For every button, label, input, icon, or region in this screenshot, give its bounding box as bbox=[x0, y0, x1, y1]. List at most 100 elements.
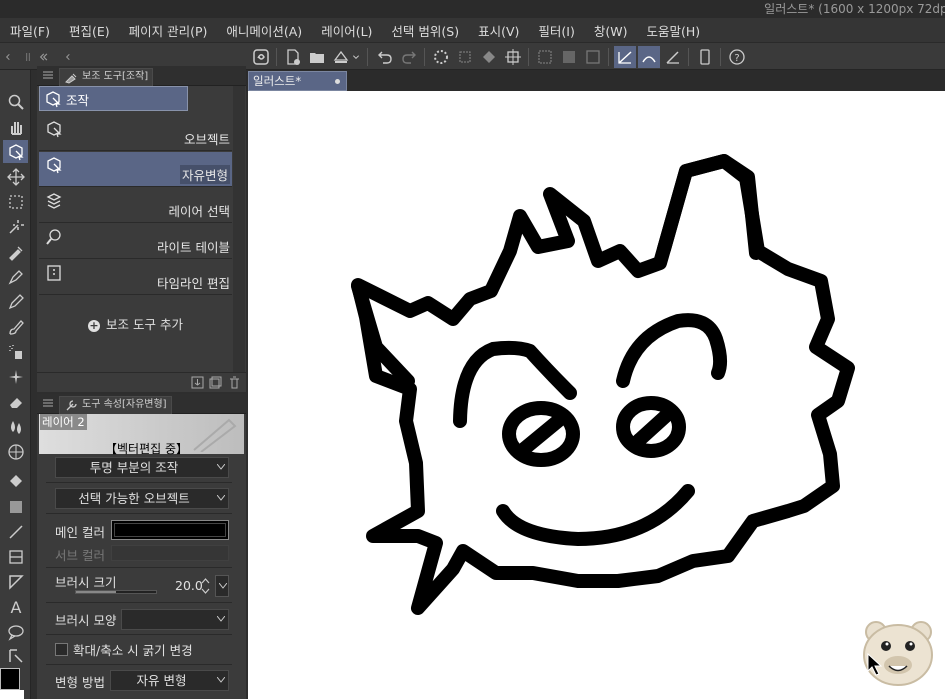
hand-icon[interactable] bbox=[3, 115, 28, 138]
collapse-left-icon[interactable] bbox=[2, 46, 14, 68]
brush-size-stepper-icon[interactable] bbox=[200, 576, 211, 596]
add-sub-tool-button[interactable]: + 보조 도구 추가 bbox=[88, 314, 183, 333]
menu-icon[interactable] bbox=[43, 398, 53, 408]
sub-tool-tab[interactable]: 보조 도구[조작] bbox=[59, 68, 154, 86]
auto-select-icon[interactable] bbox=[3, 215, 28, 238]
snap-special-ruler-icon[interactable] bbox=[638, 46, 660, 68]
menu-filter[interactable]: 필터(I) bbox=[528, 21, 583, 40]
sub-tool-timeline-edit[interactable]: 타임라인 편집 bbox=[39, 260, 232, 295]
menu-file[interactable]: 파일(F) bbox=[0, 21, 59, 40]
menu-animation[interactable]: 애니메이션(A) bbox=[216, 21, 311, 40]
balloon-icon[interactable] bbox=[3, 620, 28, 643]
selection-icon[interactable] bbox=[3, 190, 28, 213]
menu-help[interactable]: 도움말(H) bbox=[636, 21, 709, 40]
frame-icon[interactable] bbox=[3, 545, 28, 568]
loading-icon[interactable] bbox=[430, 46, 452, 68]
brush-size-dropdown[interactable] bbox=[215, 575, 229, 597]
sub-tool-tab-label: 보조 도구[조작] bbox=[82, 71, 149, 82]
pencil-icon[interactable] bbox=[3, 290, 28, 313]
svg-text:A: A bbox=[10, 598, 21, 616]
sub-color-chip[interactable] bbox=[0, 690, 24, 699]
chevron-left-icon[interactable] bbox=[62, 46, 74, 68]
move-layer-icon[interactable] bbox=[3, 165, 28, 188]
transform-icon[interactable] bbox=[502, 46, 524, 68]
eraser-icon[interactable] bbox=[3, 390, 28, 413]
transform-method-dropdown[interactable]: 자유 변형 bbox=[110, 670, 229, 691]
brush-size-slider[interactable] bbox=[75, 590, 157, 594]
menu-window[interactable]: 창(W) bbox=[584, 21, 637, 40]
sub-tool-object[interactable]: 오브젝트 bbox=[39, 116, 232, 151]
main-color-chip[interactable] bbox=[0, 668, 20, 690]
invert-selection-icon[interactable] bbox=[558, 46, 580, 68]
snap-ruler-icon[interactable] bbox=[614, 46, 636, 68]
tool-property-header: 도구 속성[자유변형] bbox=[37, 394, 246, 414]
decoration-icon[interactable] bbox=[3, 365, 28, 388]
menu-layer[interactable]: 레이어(L) bbox=[311, 21, 381, 40]
blend-icon[interactable] bbox=[3, 415, 28, 438]
canvas[interactable] bbox=[248, 91, 945, 699]
menu-edit[interactable]: 편집(E) bbox=[59, 21, 119, 40]
redo-icon[interactable] bbox=[398, 46, 420, 68]
chevron-down-icon[interactable] bbox=[350, 46, 362, 68]
main-color-swatch[interactable] bbox=[111, 520, 229, 540]
document-tab[interactable]: 일러스트* bbox=[248, 71, 347, 91]
show-selection-icon[interactable] bbox=[582, 46, 604, 68]
fill-icon[interactable] bbox=[478, 46, 500, 68]
menu-selection[interactable]: 선택 범위(S) bbox=[381, 21, 468, 40]
brush-icon[interactable] bbox=[3, 315, 28, 338]
menu-page[interactable]: 페이지 관리(P) bbox=[119, 21, 217, 40]
trash-icon[interactable] bbox=[228, 376, 241, 389]
save-icon[interactable] bbox=[330, 46, 352, 68]
help-icon[interactable]: ? bbox=[726, 46, 748, 68]
download-icon[interactable] bbox=[191, 376, 204, 389]
sub-tool-layer-select[interactable]: 레이어 선택 bbox=[39, 188, 232, 223]
brush-shape-dropdown[interactable] bbox=[121, 609, 229, 630]
sub-tool-footer bbox=[37, 372, 246, 392]
sub-tool-scrollbar[interactable] bbox=[233, 86, 245, 372]
menu-bar: 파일(F) 편집(E) 페이지 관리(P) 애니메이션(A) 레이어(L) 선택… bbox=[0, 18, 945, 42]
open-folder-icon[interactable] bbox=[306, 46, 328, 68]
operation-tool-icon[interactable] bbox=[3, 140, 28, 163]
deselect-icon[interactable] bbox=[534, 46, 556, 68]
collapse-left-icon[interactable] bbox=[36, 46, 50, 68]
eyedropper-icon[interactable] bbox=[3, 240, 28, 263]
title-bar: 일러스트* (1600 x 1200px 72dpi bbox=[0, 0, 945, 18]
menu-icon[interactable] bbox=[43, 70, 53, 80]
selectable-objects-dropdown[interactable]: 선택 가능한 오브젝트 bbox=[55, 488, 229, 509]
airbrush-icon[interactable] bbox=[3, 340, 28, 363]
main-color-label: 메인 컬러 bbox=[55, 525, 105, 540]
scale-thickness-label: 확대/축소 시 굵기 변경 bbox=[73, 643, 193, 658]
close-icon[interactable] bbox=[335, 79, 340, 84]
menu-view[interactable]: 표시(V) bbox=[468, 21, 528, 40]
tool-property-tab[interactable]: 도구 속성[자유변형] bbox=[59, 396, 172, 414]
clear-icon[interactable] bbox=[454, 46, 476, 68]
text-icon[interactable]: A bbox=[3, 595, 28, 618]
sub-tool-free-transform[interactable]: 자유변형 bbox=[39, 152, 232, 187]
document-tab-label: 일러스트* bbox=[253, 74, 302, 88]
app-logo-icon[interactable] bbox=[250, 46, 272, 68]
new-file-icon[interactable] bbox=[282, 46, 304, 68]
sub-tool-group[interactable]: 조작 bbox=[39, 86, 188, 111]
snap-grid-icon[interactable] bbox=[662, 46, 684, 68]
tablet-icon[interactable] bbox=[694, 46, 716, 68]
pen-icon[interactable] bbox=[3, 265, 28, 288]
zoom-icon[interactable] bbox=[3, 90, 28, 113]
brush-size-value[interactable]: 20.0 bbox=[175, 578, 203, 593]
sub-tool-light-table[interactable]: 라이트 테이블 bbox=[39, 224, 232, 259]
tool-preview: 레이어 2 【벡터편집 중】 bbox=[39, 414, 244, 456]
sub-tool-label: 레이어 선택 bbox=[168, 204, 230, 219]
ruler-icon[interactable] bbox=[3, 570, 28, 593]
correct-line-icon[interactable] bbox=[3, 644, 28, 667]
gradient-icon[interactable] bbox=[3, 495, 28, 518]
undo-icon[interactable] bbox=[374, 46, 396, 68]
operation-tool-icon bbox=[46, 91, 61, 108]
pen-icon bbox=[193, 418, 237, 452]
fill-bucket-icon[interactable] bbox=[3, 470, 28, 493]
figure-icon[interactable] bbox=[3, 520, 28, 543]
transparent-op-dropdown[interactable]: 투명 부분의 조작 bbox=[55, 457, 229, 478]
globe-icon[interactable] bbox=[3, 440, 28, 463]
selectable-objects-value: 선택 가능한 오브젝트 bbox=[78, 491, 190, 506]
duplicate-icon[interactable] bbox=[209, 376, 222, 389]
scale-thickness-checkbox[interactable] bbox=[55, 643, 68, 656]
svg-text:?: ? bbox=[734, 53, 739, 64]
